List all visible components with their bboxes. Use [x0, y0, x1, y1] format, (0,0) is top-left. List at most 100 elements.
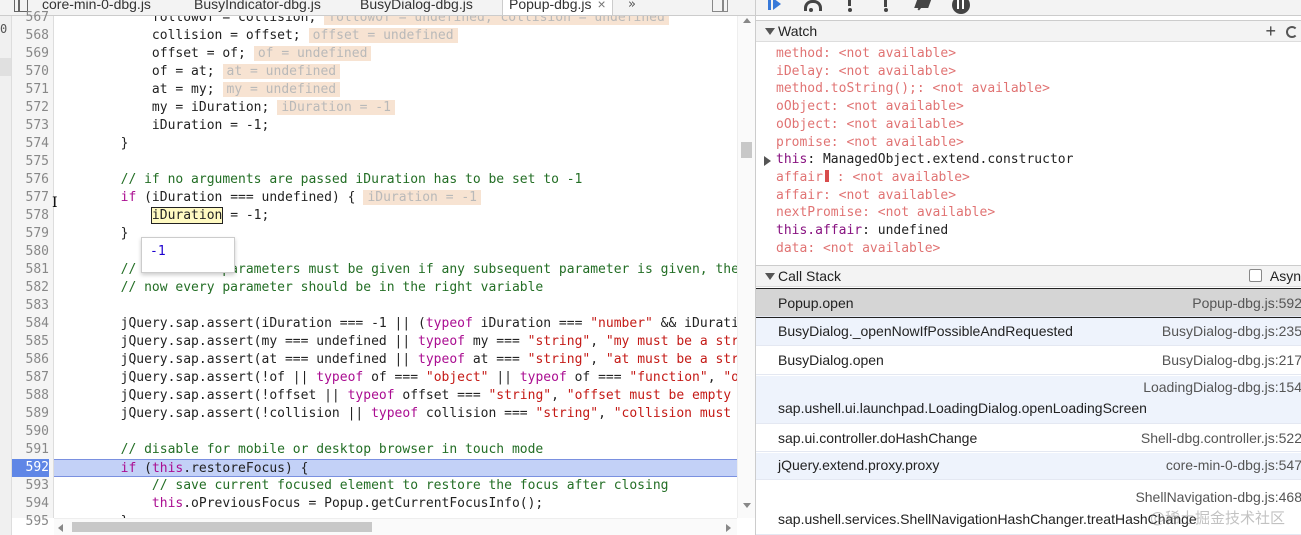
vertical-scroll-thumb[interactable] — [741, 142, 752, 158]
line-number[interactable]: 567 — [12, 9, 49, 27]
line-number[interactable]: 585 — [12, 333, 49, 351]
code-line: iDuration = -1; — [54, 117, 737, 135]
line-number[interactable]: 589 — [12, 405, 49, 423]
step-over-icon[interactable] — [802, 0, 822, 12]
watch-item[interactable]: promise: <not available> — [776, 134, 964, 152]
call-frame[interactable]: Popup.open Popup-dbg.js:592 — [756, 288, 1301, 318]
watch-section-header[interactable]: Watch + — [756, 20, 1301, 42]
call-frame[interactable]: jQuery.extend.proxy.proxy core-min-0-dbg.… — [756, 453, 1301, 480]
code-token: typeof — [371, 406, 419, 421]
watch-expression: oObject — [776, 116, 831, 132]
resume-icon[interactable] — [766, 0, 786, 12]
scroll-up-icon[interactable] — [743, 18, 751, 23]
watch-item[interactable]: oObject: <not available> — [776, 116, 964, 134]
line-number[interactable]: 595 — [12, 513, 49, 531]
line-number[interactable]: 569 — [12, 45, 49, 63]
watch-expression: oObject — [776, 99, 831, 115]
line-number[interactable]: 583 — [12, 297, 49, 315]
line-number[interactable]: 581 — [12, 261, 49, 279]
line-number[interactable]: 575 — [12, 153, 49, 171]
call-frame[interactable]: sap.ui.controller.doHashChange Shell-dbg.… — [756, 425, 1301, 452]
step-out-icon[interactable] — [876, 0, 896, 12]
watch-item[interactable]: affair: <not available> — [776, 187, 956, 205]
call-frame-location[interactable]: BusyDialog-dbg.js:235 — [1162, 323, 1301, 339]
inline-value: offset = undefined — [308, 28, 458, 43]
async-checkbox[interactable] — [1249, 269, 1262, 282]
line-number[interactable]: 588 — [12, 387, 49, 405]
line-number[interactable]: 593 — [12, 477, 49, 495]
watch-item[interactable]: nextPromise: <not available> — [776, 204, 995, 222]
call-frame-location[interactable]: Popup-dbg.js:592 — [1192, 295, 1301, 311]
line-number[interactable]: 584 — [12, 315, 49, 333]
line-number[interactable]: 580 — [12, 243, 49, 261]
code-line: offset = of; of = undefined — [54, 45, 737, 63]
line-number[interactable]: 579 — [12, 225, 49, 243]
call-frame-location[interactable]: ShellNavigation-dbg.js:468 — [1135, 489, 1301, 505]
tab-busyindicator-dbg[interactable]: BusyIndicator-dbg.js — [188, 0, 327, 15]
scroll-left-icon[interactable] — [58, 524, 63, 532]
watch-separator: : — [807, 240, 823, 256]
add-watch-icon[interactable]: + — [1265, 21, 1276, 42]
line-number[interactable]: 578 — [12, 207, 49, 225]
line-number[interactable]: 571 — [12, 81, 49, 99]
collapse-triangle-icon[interactable] — [765, 28, 775, 35]
call-frame-location[interactable]: Shell-dbg.controller.js:522 — [1141, 430, 1301, 446]
line-number[interactable]: 587 — [12, 369, 49, 387]
line-number[interactable]: 577 — [12, 189, 49, 207]
horizontal-scroll-thumb[interactable] — [72, 522, 372, 532]
toggle-debugger-icon[interactable] — [712, 0, 728, 12]
call-frame-location[interactable]: core-min-0-dbg.js:547 — [1166, 457, 1301, 473]
line-number[interactable]: 590 — [12, 423, 49, 441]
call-frame[interactable]: BusyDialog._openNowIfPossibleAndRequeste… — [756, 318, 1301, 346]
code-token: } — [58, 226, 129, 241]
pause-on-exceptions-icon[interactable] — [952, 0, 970, 14]
watch-item[interactable]: iDelay: <not available> — [776, 63, 956, 81]
tab-overflow-icon[interactable]: » — [628, 0, 636, 12]
deactivate-breakpoints-icon[interactable] — [914, 0, 934, 12]
line-number[interactable]: 570 — [12, 63, 49, 81]
watch-value: <not available> — [822, 240, 941, 256]
line-number[interactable]: 576 — [12, 171, 49, 189]
call-frame-location[interactable]: BusyDialog-dbg.js:217 — [1162, 352, 1301, 368]
tab-busydialog-dbg[interactable]: BusyDialog-dbg.js — [354, 0, 479, 15]
call-frame-location[interactable]: LoadingDialog-dbg.js:154 — [1143, 379, 1301, 395]
line-number[interactable]: 582 — [12, 279, 49, 297]
watch-item[interactable]: data: <not available> — [776, 240, 940, 258]
code-line: my = iDuration; iDuration = -1 — [54, 99, 737, 117]
call-frame[interactable]: BusyDialog.open BusyDialog-dbg.js:217 — [756, 347, 1301, 375]
scroll-right-icon[interactable] — [726, 524, 731, 532]
close-tab-icon[interactable]: × — [598, 0, 606, 12]
watch-item[interactable]: oObject: <not available> — [776, 98, 964, 116]
call-frame[interactable]: sap.ushell.ui.launchpad.LoadingDialog.op… — [756, 376, 1301, 424]
code-token: "my must be a string" — [605, 334, 737, 349]
code-line: collision = offset; offset = undefined — [54, 27, 737, 45]
watch-item[interactable]: affair : <not available> — [776, 169, 970, 187]
watch-item[interactable]: this.affair: undefined — [776, 222, 948, 240]
scroll-down-icon[interactable] — [743, 503, 751, 508]
line-number[interactable]: 568 — [12, 27, 49, 45]
line-number[interactable]: 592 — [12, 459, 49, 477]
watch-item[interactable]: method: <not available> — [776, 45, 956, 63]
refresh-watch-icon[interactable] — [1286, 26, 1298, 38]
horizontal-scrollbar[interactable] — [54, 518, 737, 535]
step-into-icon[interactable] — [840, 0, 860, 12]
watch-value: undefined — [877, 223, 949, 238]
line-number[interactable]: 574 — [12, 135, 49, 153]
async-label: Async — [1269, 268, 1301, 284]
expand-triangle-icon[interactable] — [764, 156, 771, 167]
tab-core-min-0-dbg[interactable]: core-min-0-dbg.js — [36, 0, 157, 15]
watch-item[interactable]: method.toString();: <not available> — [776, 80, 1050, 98]
line-number[interactable]: 591 — [12, 441, 49, 459]
vertical-scrollbar[interactable] — [737, 16, 755, 518]
collapse-triangle-icon[interactable] — [765, 273, 775, 280]
line-number[interactable]: 573 — [12, 117, 49, 135]
line-number[interactable]: 572 — [12, 99, 49, 117]
tab-popup-dbg[interactable]: Popup-dbg.js × — [502, 0, 613, 15]
line-number[interactable]: 586 — [12, 351, 49, 369]
line-number[interactable]: 594 — [12, 495, 49, 513]
callstack-section-header[interactable]: Call Stack Async — [756, 265, 1301, 287]
line-number-gutter[interactable]: 567 568 569 570 571 572 573 574 575 576 577 578 579 5… — [12, 10, 54, 529]
watch-item[interactable]: this: ManagedObject.extend.constructor — [764, 151, 1073, 169]
